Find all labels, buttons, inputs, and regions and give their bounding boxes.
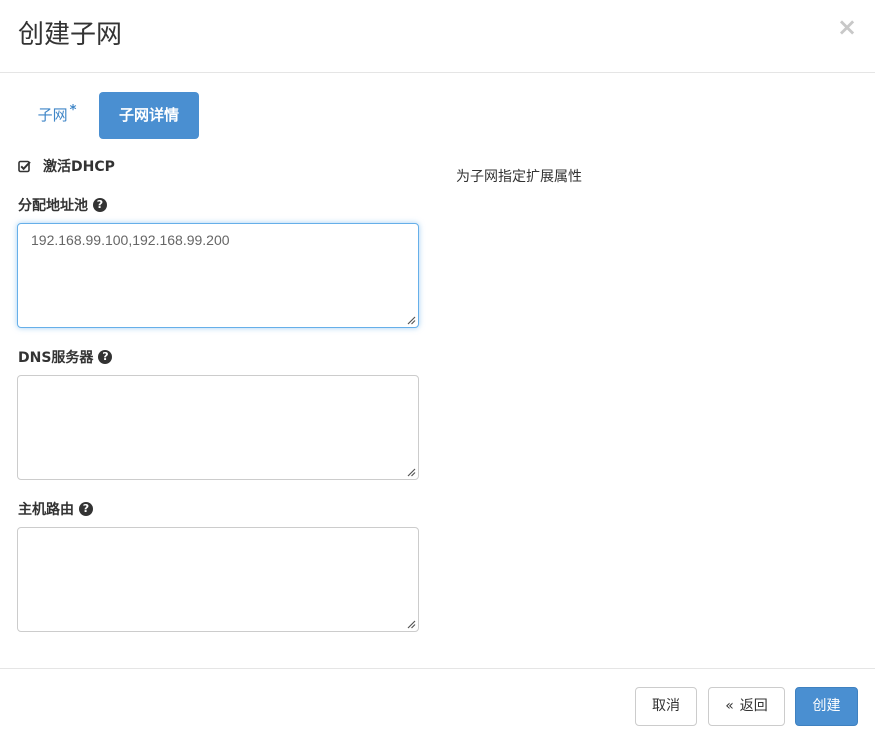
allocation-pools-label: 分配地址池 ?: [18, 196, 107, 214]
tab-subnet-label: 子网: [37, 106, 68, 124]
resize-handle-icon[interactable]: [406, 315, 416, 325]
allocation-pools-label-text: 分配地址池: [18, 198, 88, 214]
tab-subnet[interactable]: 子网 *: [18, 92, 96, 139]
back-button[interactable]: « 返回: [708, 687, 785, 726]
checkbox-checked-icon[interactable]: [18, 160, 31, 173]
dns-servers-label: DNS服务器 ?: [18, 348, 113, 366]
create-button[interactable]: 创建: [795, 687, 858, 726]
allocation-pools-value: 192.168.99.100,192.168.99.200: [31, 232, 230, 248]
allocation-pools-textarea[interactable]: 192.168.99.100,192.168.99.200: [17, 223, 419, 328]
question-circle-icon[interactable]: ?: [79, 502, 93, 516]
modal-title: 创建子网: [18, 20, 123, 50]
tab-subnet-details[interactable]: 子网详情: [99, 92, 199, 139]
resize-handle-icon[interactable]: [406, 619, 416, 629]
host-routes-textarea[interactable]: [17, 527, 419, 632]
question-circle-icon[interactable]: ?: [98, 350, 113, 364]
resize-handle-icon[interactable]: [406, 467, 416, 477]
back-button-label: 返回: [739, 698, 768, 714]
create-subnet-modal: 创建子网 × 子网 * 子网详情 激活DHCP 分配地址池 ? 192.168.9…: [0, 0, 875, 741]
double-chevron-left-icon: «: [725, 698, 734, 714]
help-text: 为子网指定扩展属性: [456, 169, 582, 185]
host-routes-label-text: 主机路由: [18, 502, 74, 518]
modal-header: 创建子网 ×: [0, 0, 875, 73]
dns-servers-textarea[interactable]: [17, 375, 419, 480]
enable-dhcp-label: 激活DHCP: [43, 159, 115, 175]
required-marker: *: [69, 103, 77, 118]
cancel-button[interactable]: 取消: [635, 687, 697, 726]
host-routes-label: 主机路由 ?: [18, 500, 93, 518]
modal-footer: 取消 « 返回 创建: [0, 668, 875, 741]
close-icon[interactable]: ×: [837, 14, 857, 40]
dns-servers-label-text: DNS服务器: [18, 350, 94, 366]
question-circle-icon[interactable]: ?: [93, 198, 107, 212]
enable-dhcp-row: 激活DHCP: [18, 156, 115, 176]
